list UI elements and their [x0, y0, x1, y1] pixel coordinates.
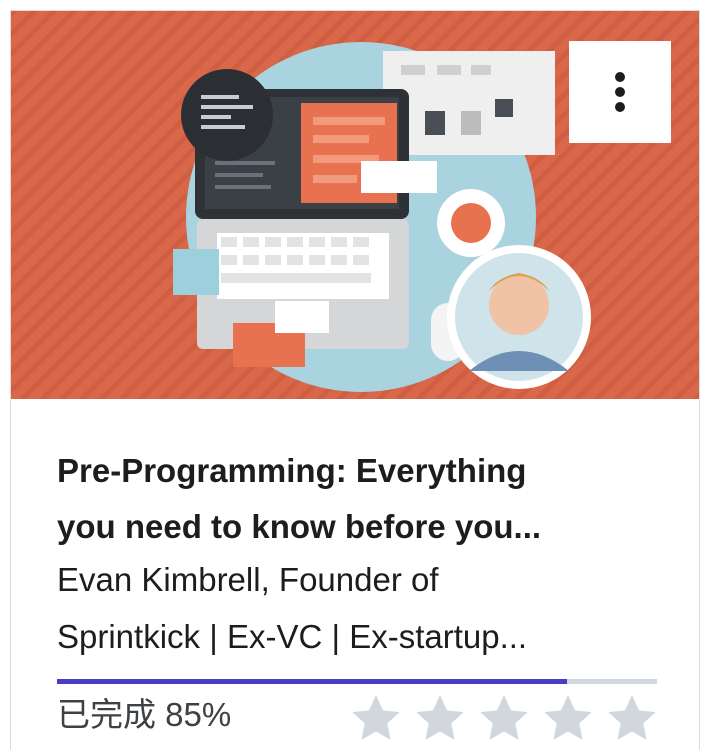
course-title-line-1: Pre-Programming: Everything — [57, 452, 527, 489]
progress-label: 已完成 85% — [57, 696, 232, 733]
instructor-line-2: Sprintkick | Ex-VC | Ex-startup... — [57, 618, 528, 655]
star-icon[interactable] — [349, 693, 403, 743]
star-icon[interactable] — [605, 693, 659, 743]
progress-bar — [57, 679, 657, 684]
instructor-line-1: Evan Kimbrell, Founder of — [57, 561, 439, 598]
course-instructor: Evan Kimbrell, Founder of Sprintkick | E… — [57, 551, 657, 665]
more-options-button[interactable] — [569, 41, 671, 143]
course-title-line-2: you need to know before you... — [57, 508, 542, 545]
course-card[interactable]: Pre-Programming: Everything you need to … — [10, 10, 700, 750]
rating-stars[interactable] — [349, 693, 659, 743]
progress-bar-fill — [57, 679, 567, 684]
star-icon[interactable] — [413, 693, 467, 743]
vertical-ellipsis-icon — [615, 72, 625, 112]
star-icon[interactable] — [477, 693, 531, 743]
star-icon[interactable] — [541, 693, 595, 743]
course-title[interactable]: Pre-Programming: Everything you need to … — [57, 443, 657, 555]
